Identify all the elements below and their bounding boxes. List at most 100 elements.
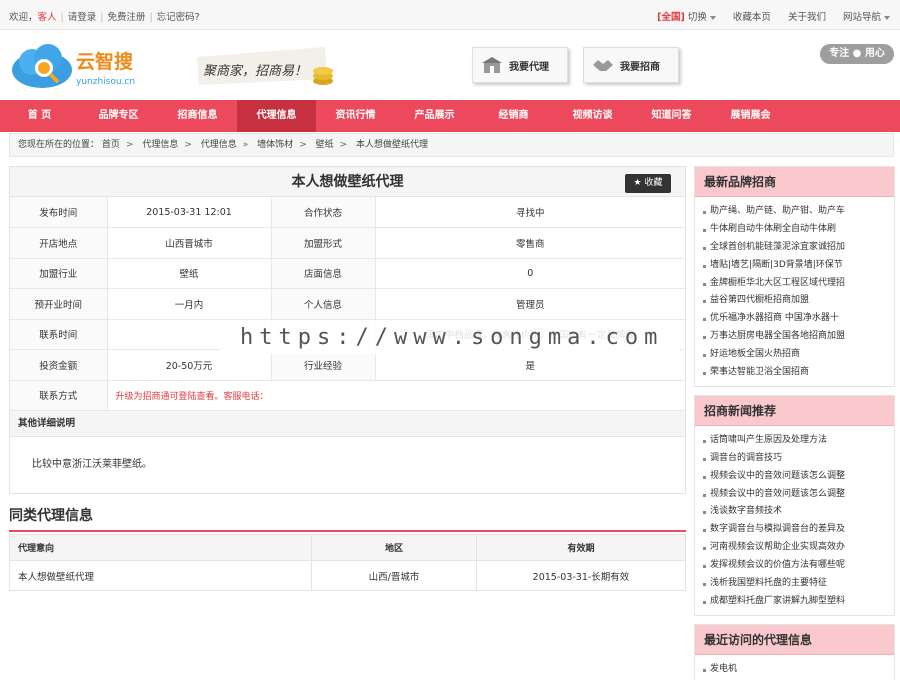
detail-row: 加盟行业 壁纸 店面信息 0 [10, 258, 685, 289]
forgot-password-link[interactable]: 忘记密码? [157, 12, 200, 23]
nav-item[interactable]: 经销商 [474, 100, 553, 132]
bookmark-link[interactable]: 收藏本页 [719, 12, 771, 23]
list-item[interactable]: 视频会议中的音效问题该怎么调整 [703, 468, 894, 486]
sidebar: 最新品牌招商 助产绳、助产链、助产钳、助产车 牛体刷自动牛体刷全自动牛体刷 全球首创… [694, 166, 895, 680]
recent-title: 最近访问的代理信息 [695, 624, 894, 655]
separator: | [100, 12, 104, 23]
list-item[interactable]: 荣事达智能卫浴全国招商 [703, 364, 894, 382]
top-bar-right: [全国] 切换 收藏本页 关于我们 网站导航 [643, 9, 890, 23]
list-item[interactable]: 发电机 [703, 661, 894, 679]
about-link[interactable]: 关于我们 [774, 12, 826, 23]
breadcrumb-item[interactable]: 代理信息 [201, 140, 237, 150]
separator: | [149, 12, 153, 23]
list-item[interactable]: 河南视频会议帮助企业实现高效办 [703, 539, 894, 557]
favorite-label: 收藏 [644, 178, 663, 188]
agent-button[interactable]: 我要代理 [472, 47, 568, 83]
list-item[interactable]: 优乐福净水器招商 中国净水器十 [703, 310, 894, 328]
city-switcher[interactable]: [全国] 切换 [657, 12, 716, 23]
site-nav-dropdown[interactable]: 网站导航 [843, 12, 890, 23]
chevron-down-icon [709, 15, 716, 20]
nav-item[interactable]: 代理信息 [237, 100, 316, 132]
current-city: [全国] [657, 12, 685, 23]
about-label: 关于我们 [787, 12, 826, 23]
field-label: 发布时间 [10, 197, 108, 228]
breadcrumb-arrow: > [299, 140, 307, 150]
main-content: 本人想做壁纸代理 ★ 收藏 发布时间 2015-03-31 12:01 合作状态 寻找… [9, 166, 686, 591]
field-label: 联系时间 [10, 319, 108, 350]
field-label: 店面信息 [271, 258, 376, 289]
slogan: 聚商家，招商易！ [195, 45, 340, 90]
similar-cell-intent[interactable]: 本人想做壁纸代理 [9, 560, 312, 591]
logo-text: 云智搜 [76, 50, 134, 73]
breadcrumb-item[interactable]: 墙体饰材 [257, 140, 293, 150]
list-item[interactable]: 牛体刷自动牛体刷全自动牛体刷 [703, 221, 894, 239]
register-link[interactable]: 免费注册 [107, 12, 145, 23]
list-item[interactable]: 好运地板全国火热招商 [703, 346, 894, 364]
agent-button-label: 我要代理 [509, 61, 549, 73]
site-logo[interactable]: 云智搜 yunzhisou.cn [10, 40, 150, 92]
watermark: https://www.songma.com [240, 325, 664, 350]
list-item[interactable]: 助产绳、助产链、助产钳、助产车 [703, 203, 894, 221]
similar-heading: 同类代理信息 [9, 504, 686, 532]
col-region: 地区 [311, 534, 477, 561]
chevron-down-icon [884, 15, 890, 20]
field-value: 零售商 [375, 227, 685, 259]
brands-title: 最新品牌招商 [695, 167, 894, 197]
similar-cell-region: 山西/晋城市 [311, 560, 477, 591]
nav-item[interactable]: 产品展示 [395, 100, 474, 132]
field-label: 加盟形式 [271, 227, 376, 259]
brands-box: 最新品牌招商 助产绳、助产链、助产钳、助产车 牛体刷自动牛体刷全自动牛体刷 全球首创… [694, 166, 895, 387]
nav-item[interactable]: 视频访谈 [553, 100, 632, 132]
list-item[interactable]: 视频会议中的音效问题该怎么调整 [703, 486, 894, 504]
separator: | [60, 12, 64, 23]
favorite-button[interactable]: ★ 收藏 [625, 174, 671, 193]
field-value: 山西晋城市 [107, 227, 272, 259]
news-title: 招商新闻推荐 [695, 395, 894, 426]
breadcrumb-item[interactable]: 首页 [102, 140, 120, 150]
top-bar-left: 欢迎，客人 | 请登录 | 免费注册 | 忘记密码? [9, 9, 200, 23]
list-item[interactable]: 墙贴|墙艺|隔断|3D背景墙|环保节 [703, 257, 894, 275]
list-item[interactable]: 益谷第四代橱柜招商加盟 [703, 292, 894, 310]
field-label: 预开业时间 [10, 288, 108, 320]
welcome-text: 欢迎， [9, 12, 38, 23]
nav-item[interactable]: 首 页 [0, 100, 79, 132]
list-item[interactable]: 浅谈数字音频技术 [703, 503, 894, 521]
contact-label: 联系方式 [10, 380, 108, 411]
list-item[interactable]: 话筒啸叫产生原因及处理方法 [703, 432, 894, 450]
list-item[interactable]: 调音台的调音技巧 [703, 450, 894, 468]
focus-badge: 专注 ● 用心 [820, 44, 894, 64]
nav-item[interactable]: 资讯行情 [316, 100, 395, 132]
other-details-heading: 其他详细说明 [10, 411, 685, 437]
recent-list: 发电机防汗木门 [695, 655, 894, 680]
page-title: 本人想做壁纸代理 ★ 收藏 [10, 167, 685, 197]
detail-row: 发布时间 2015-03-31 12:01 合作状态 寻找中 [10, 197, 685, 228]
list-item[interactable]: 金牌橱柜华北大区工程区域代理招 [703, 275, 894, 293]
slogan-graphic: 聚商家，招商易！ [197, 47, 333, 85]
invest-button[interactable]: 我要招商 [583, 47, 679, 83]
list-item[interactable]: 浅析我国塑料托盘的主要特征 [703, 575, 894, 593]
nav-item[interactable]: 品牌专区 [79, 100, 158, 132]
list-item[interactable]: 全球首创机能硅藻泥涂宜家诚招加 [703, 239, 894, 257]
login-link[interactable]: 请登录 [68, 12, 97, 23]
list-item[interactable]: 成都塑料托盘厂家讲解九脚型塑料 [703, 593, 894, 611]
news-box: 招商新闻推荐 话筒啸叫产生原因及处理方法 调音台的调音技巧 视频会议中的音效问题该怎… [694, 394, 895, 616]
recent-box: 最近访问的代理信息 发电机防汗木门 [694, 623, 895, 680]
list-item[interactable]: 发挥视频会议的价值方法有哪些呢 [703, 557, 894, 575]
list-item[interactable]: 万事达厨房电器全国各地招商加盟 [703, 328, 894, 346]
similar-table: 代理意向 地区 有效期 本人想做壁纸代理 山西/晋城市 2015-03-31-长期有… [9, 534, 686, 591]
list-item[interactable]: 数字调音台与模拟调音台的差异及 [703, 521, 894, 539]
breadcrumb-current: 本人想做壁纸代理 [356, 140, 429, 150]
nav-item[interactable]: 展销展会 [711, 100, 790, 132]
guest-text: 客人 [37, 12, 57, 23]
breadcrumb-arrow: » [242, 140, 249, 150]
cloud-logo-icon: 云智搜 yunzhisou.cn [12, 44, 135, 88]
nav-item[interactable]: 招商信息 [158, 100, 237, 132]
nav-item[interactable]: 知道问答 [632, 100, 711, 132]
detail-row: 投资金额 20-50万元 行业经验是 [10, 349, 685, 381]
table-row[interactable]: 本人想做壁纸代理 山西/晋城市 2015-03-31-长期有效 [9, 560, 686, 591]
breadcrumb-item[interactable]: 壁纸 [316, 140, 334, 150]
breadcrumb-arrow: > [339, 140, 348, 150]
brands-list: 助产绳、助产链、助产钳、助产车 牛体刷自动牛体刷全自动牛体刷 全球首创机能硅藻泥涂宜… [695, 197, 894, 386]
breadcrumb-item[interactable]: 代理信息 [142, 140, 178, 150]
slogan-text: 聚商家，招商易！ [203, 63, 307, 79]
